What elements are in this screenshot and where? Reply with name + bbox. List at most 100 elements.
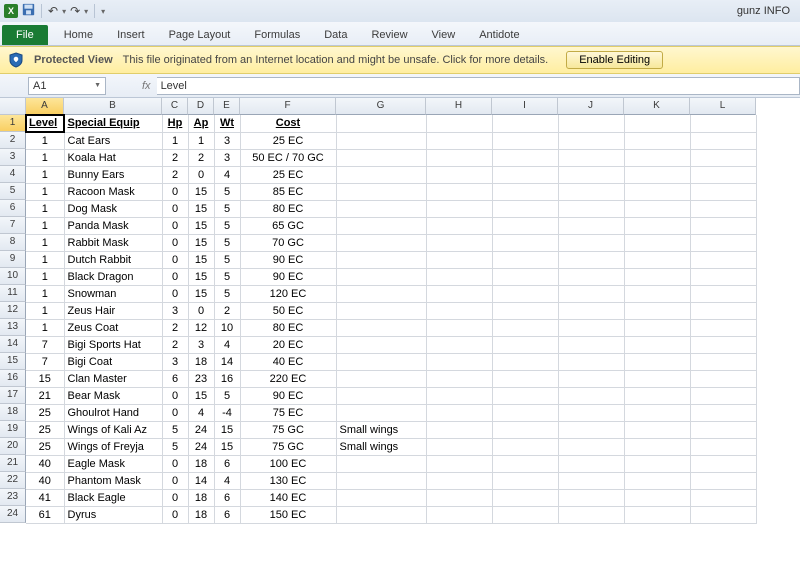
cell-C13[interactable]: 2 [162,319,188,336]
cell-I1[interactable] [492,115,558,132]
cell-L2[interactable] [690,132,756,149]
cell-L16[interactable] [690,370,756,387]
cell-I15[interactable] [492,353,558,370]
cell-E10[interactable]: 5 [214,268,240,285]
cell-I16[interactable] [492,370,558,387]
cell-J9[interactable] [558,251,624,268]
row-header-22[interactable]: 22 [0,472,26,489]
col-header-B[interactable]: B [64,98,162,115]
cell-H15[interactable] [426,353,492,370]
cell-J3[interactable] [558,149,624,166]
cell-F3[interactable]: 50 EC / 70 GC [240,149,336,166]
cell-K10[interactable] [624,268,690,285]
cell-E16[interactable]: 16 [214,370,240,387]
cell-A2[interactable]: 1 [26,132,64,149]
cell-G18[interactable] [336,404,426,421]
cell-I23[interactable] [492,489,558,506]
row-header-11[interactable]: 11 [0,285,26,302]
cell-L20[interactable] [690,438,756,455]
cell-B1[interactable]: Special Equip [64,115,162,132]
cell-F20[interactable]: 75 GC [240,438,336,455]
row-header-24[interactable]: 24 [0,506,26,523]
cell-C22[interactable]: 0 [162,472,188,489]
cell-C23[interactable]: 0 [162,489,188,506]
cell-F11[interactable]: 120 EC [240,285,336,302]
cell-J6[interactable] [558,200,624,217]
cell-G22[interactable] [336,472,426,489]
cell-D15[interactable]: 18 [188,353,214,370]
cell-C15[interactable]: 3 [162,353,188,370]
col-header-K[interactable]: K [624,98,690,115]
cell-E2[interactable]: 3 [214,132,240,149]
cell-A5[interactable]: 1 [26,183,64,200]
cell-C1[interactable]: Hp [162,115,188,132]
cell-K11[interactable] [624,285,690,302]
cell-E22[interactable]: 4 [214,472,240,489]
cell-G9[interactable] [336,251,426,268]
cell-I22[interactable] [492,472,558,489]
cell-L19[interactable] [690,421,756,438]
cell-E11[interactable]: 5 [214,285,240,302]
cell-J18[interactable] [558,404,624,421]
cell-J24[interactable] [558,506,624,523]
row-header-1[interactable]: 1 [0,115,26,132]
cell-J12[interactable] [558,302,624,319]
col-header-F[interactable]: F [240,98,336,115]
cell-L6[interactable] [690,200,756,217]
cell-F21[interactable]: 100 EC [240,455,336,472]
col-header-H[interactable]: H [426,98,492,115]
cell-A9[interactable]: 1 [26,251,64,268]
cell-K1[interactable] [624,115,690,132]
cell-K17[interactable] [624,387,690,404]
cell-E20[interactable]: 15 [214,438,240,455]
cell-G2[interactable] [336,132,426,149]
cell-F24[interactable]: 150 EC [240,506,336,523]
cell-A7[interactable]: 1 [26,217,64,234]
cell-L18[interactable] [690,404,756,421]
cell-A19[interactable]: 25 [26,421,64,438]
row-header-14[interactable]: 14 [0,336,26,353]
cell-B21[interactable]: Eagle Mask [64,455,162,472]
protected-view-message[interactable]: This file originated from an Internet lo… [123,54,549,66]
cell-I14[interactable] [492,336,558,353]
cell-L11[interactable] [690,285,756,302]
cell-H16[interactable] [426,370,492,387]
cell-A21[interactable]: 40 [26,455,64,472]
cell-C21[interactable]: 0 [162,455,188,472]
cell-L4[interactable] [690,166,756,183]
cell-J2[interactable] [558,132,624,149]
cell-J20[interactable] [558,438,624,455]
tab-review[interactable]: Review [359,25,419,45]
cell-E1[interactable]: Wt [214,115,240,132]
col-header-I[interactable]: I [492,98,558,115]
cell-J10[interactable] [558,268,624,285]
cell-A18[interactable]: 25 [26,404,64,421]
cell-D16[interactable]: 23 [188,370,214,387]
cell-J1[interactable] [558,115,624,132]
cell-J21[interactable] [558,455,624,472]
cell-E3[interactable]: 3 [214,149,240,166]
cell-L10[interactable] [690,268,756,285]
cell-D8[interactable]: 15 [188,234,214,251]
cell-D2[interactable]: 1 [188,132,214,149]
cell-A11[interactable]: 1 [26,285,64,302]
cell-C3[interactable]: 2 [162,149,188,166]
cell-E23[interactable]: 6 [214,489,240,506]
cell-L8[interactable] [690,234,756,251]
cell-B12[interactable]: Zeus Hair [64,302,162,319]
redo-dropdown-icon[interactable]: ▾ [84,7,88,16]
tab-home[interactable]: Home [52,25,105,45]
cell-L15[interactable] [690,353,756,370]
row-header-17[interactable]: 17 [0,387,26,404]
cell-H3[interactable] [426,149,492,166]
cell-F9[interactable]: 90 EC [240,251,336,268]
cell-A4[interactable]: 1 [26,166,64,183]
cell-E17[interactable]: 5 [214,387,240,404]
cell-L14[interactable] [690,336,756,353]
cell-G19[interactable]: Small wings [336,421,426,438]
cell-G15[interactable] [336,353,426,370]
cell-L5[interactable] [690,183,756,200]
cell-G24[interactable] [336,506,426,523]
cell-H24[interactable] [426,506,492,523]
col-header-L[interactable]: L [690,98,756,115]
